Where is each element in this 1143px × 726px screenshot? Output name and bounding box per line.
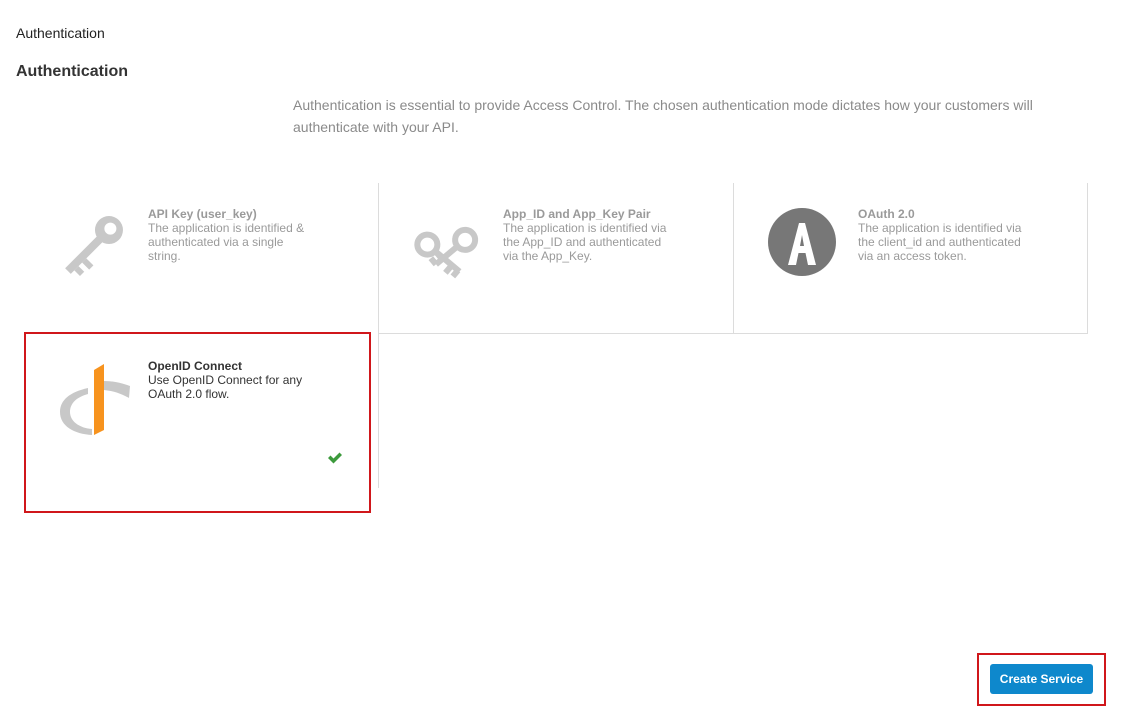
key-pair-icon <box>407 207 487 287</box>
auth-option-text: OpenID Connect Use OpenID Connect for an… <box>148 359 313 401</box>
openid-icon <box>52 356 132 436</box>
auth-option-name: OAuth 2.0 <box>858 207 915 221</box>
grid-divider <box>379 333 1088 334</box>
section-intro: Authentication is essential to provide A… <box>293 97 1033 135</box>
auth-option-description: The application is identified & authenti… <box>148 221 305 263</box>
create-service-button[interactable]: Create Service <box>990 664 1093 694</box>
auth-option-name: App_ID and App_Key Pair <box>503 207 651 221</box>
auth-option-description: The application is identified via the cl… <box>858 221 1022 263</box>
page: Authentication Authentication Authentica… <box>0 0 1143 726</box>
check-icon <box>327 451 343 465</box>
auth-option-description: The application is identified via the Ap… <box>503 221 667 263</box>
key-icon <box>52 207 132 287</box>
auth-option-description: Use OpenID Connect for any OAuth 2.0 flo… <box>148 373 303 401</box>
auth-option-text: API Key (user_key) The application is id… <box>148 207 313 263</box>
auth-option-openid-connect[interactable]: OpenID Connect Use OpenID Connect for an… <box>24 332 371 513</box>
auth-option-app-id-key-pair[interactable]: App_ID and App_Key Pair The application … <box>379 183 733 333</box>
auth-option-oauth2[interactable]: OAuth 2.0 The application is identified … <box>734 183 1087 333</box>
auth-option-name: OpenID Connect <box>148 359 243 373</box>
oauth-icon <box>762 207 842 287</box>
auth-option-text: App_ID and App_Key Pair The application … <box>503 207 668 263</box>
auth-option-name: API Key (user_key) <box>148 207 257 221</box>
auth-option-api-key[interactable]: API Key (user_key) The application is id… <box>24 183 378 333</box>
section-title: Authentication <box>16 63 128 80</box>
auth-option-text: OAuth 2.0 The application is identified … <box>858 207 1023 263</box>
grid-divider <box>1087 183 1088 334</box>
breadcrumb: Authentication <box>16 25 105 41</box>
